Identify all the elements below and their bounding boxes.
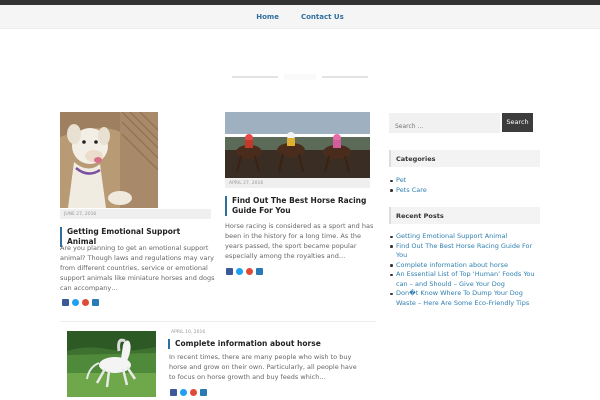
share-icon[interactable] (200, 389, 207, 396)
category-link[interactable]: Pets Care (389, 186, 539, 196)
categories-list: Pet Pets Care (389, 176, 539, 195)
twitter-icon[interactable] (180, 389, 187, 396)
recent-post-link[interactable]: Getting Emotional Support Animal (389, 232, 543, 242)
facebook-icon[interactable] (62, 299, 69, 306)
post-date: JUNE 27, 2016 (60, 209, 211, 219)
recent-posts-widget-title: Recent Posts (389, 207, 540, 224)
categories-widget-title: Categories (389, 150, 540, 167)
facebook-icon[interactable] (226, 268, 233, 275)
post-thumbnail-dog[interactable] (60, 112, 158, 208)
category-link[interactable]: Pet (389, 176, 539, 186)
nav-home[interactable]: Home (256, 13, 279, 21)
twitter-icon[interactable] (72, 299, 79, 306)
main-navigation: Home Contact Us (0, 5, 600, 29)
recent-post-link[interactable]: An Essential List of Top ‘Human’ Foods Y… (389, 270, 543, 289)
post-excerpt: Horse racing is considered as a sport an… (225, 222, 374, 260)
post-title[interactable]: Find Out The Best Horse Racing Guide For… (225, 196, 375, 216)
recent-post-link[interactable]: Complete information about horse (389, 261, 543, 271)
search-button[interactable]: Search (502, 113, 533, 132)
share-icon[interactable] (256, 268, 263, 275)
post-date: APRIL 27, 2016 (225, 178, 370, 188)
post-thumbnail-white-horse[interactable] (67, 331, 156, 397)
googleplus-icon[interactable] (82, 299, 89, 306)
share-icons (170, 389, 207, 396)
post-date: APRIL 10, 2016 (171, 330, 206, 335)
hero-divider (232, 74, 368, 80)
share-icons (226, 268, 263, 275)
recent-post-link[interactable]: Don�t Know Where To Dump Your Dog Waste … (389, 289, 543, 308)
post-separator (60, 321, 376, 322)
search-input[interactable] (389, 113, 500, 133)
post-excerpt: In recent times, there are many people w… (169, 353, 357, 381)
recent-post-link[interactable]: Find Out The Best Horse Racing Guide For… (389, 242, 543, 261)
googleplus-icon[interactable] (246, 268, 253, 275)
recent-posts-list: Getting Emotional Support Animal Find Ou… (389, 232, 543, 308)
post-thumbnail-horse-racing[interactable] (225, 112, 370, 178)
post-excerpt: Are you planning to get an emotional sup… (60, 244, 215, 292)
nav-contact-us[interactable]: Contact Us (301, 13, 344, 21)
post-title[interactable]: Complete information about horse (168, 339, 358, 349)
twitter-icon[interactable] (236, 268, 243, 275)
facebook-icon[interactable] (170, 389, 177, 396)
share-icons (62, 299, 99, 306)
googleplus-icon[interactable] (190, 389, 197, 396)
share-icon[interactable] (92, 299, 99, 306)
